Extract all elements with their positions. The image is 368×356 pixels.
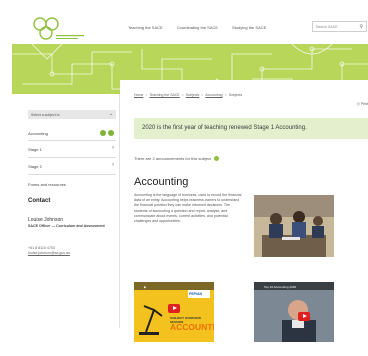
- breadcrumb-current: Subjects: [228, 93, 243, 97]
- breadcrumb-teaching[interactable]: Teaching the SACE: [149, 93, 179, 97]
- divider: [28, 174, 116, 175]
- nav-teaching[interactable]: Teaching the SACE: [128, 25, 163, 30]
- contact-role: SACE Officer — Curriculum and Assessment: [28, 224, 105, 228]
- video2-artwork: [254, 282, 334, 342]
- video1-title: ▶: [144, 285, 147, 289]
- video-top-10-accounting[interactable]: Top 10 Accounting 2020: [254, 282, 334, 342]
- page-title: Accounting: [134, 176, 189, 188]
- info-icon: [214, 156, 220, 162]
- sidebar-item-label: Accounting: [28, 131, 48, 136]
- breadcrumb-separator: >: [201, 93, 204, 97]
- subject-description: Accounting is the language of business, …: [134, 193, 242, 224]
- play-icon[interactable]: [298, 312, 310, 321]
- breadcrumb-accounting[interactable]: Accounting: [205, 93, 222, 97]
- status-dot: [108, 130, 114, 136]
- nav-coordinating[interactable]: Coordinating the SACE: [177, 25, 218, 30]
- sidebar-item-label: Forms and resources: [28, 182, 66, 187]
- sace-logo[interactable]: [28, 13, 88, 43]
- sidebar-item-forms[interactable]: Forms and resources: [28, 182, 116, 187]
- divider: [28, 157, 116, 158]
- contact-email[interactable]: louise.johnson@sa.gov.au: [28, 251, 70, 255]
- sidebar-item-stage-1[interactable]: Stage 1 ›: [28, 145, 116, 152]
- divider: [28, 140, 116, 141]
- students-image: [254, 195, 334, 257]
- status-dot: [100, 130, 106, 136]
- sidebar-item-stage-2[interactable]: Stage 2 ›: [28, 162, 116, 169]
- status-dots: [98, 130, 114, 137]
- announcements-label: There are 2 announcements for this subje…: [134, 156, 212, 161]
- main-content: Home > Teaching the SACE > Subjects > Accou…: [120, 80, 368, 356]
- sidebar-item-accounting[interactable]: Accounting: [28, 130, 116, 137]
- search-placeholder: Search SACE: [316, 25, 338, 29]
- breadcrumb-separator: >: [224, 93, 227, 97]
- breadcrumb-separator: >: [145, 93, 148, 97]
- chevron-right-icon: ›: [112, 162, 114, 168]
- video1-badge: PEPIAN: [189, 292, 203, 296]
- contact-name: Louise Johnson: [28, 217, 64, 223]
- chevron-right-icon: ›: [112, 145, 114, 151]
- breadcrumb-subjects[interactable]: Subjects: [186, 93, 199, 97]
- print-icon: ⎙: [357, 102, 360, 106]
- subject-select[interactable]: Select a subject to ⌄: [28, 110, 116, 119]
- sidebar-item-label: Stage 1: [28, 147, 42, 152]
- students-illustration: [254, 195, 334, 257]
- video-accounting-overview[interactable]: ▶ PEPIAN SUBJECT OVERVIEW SESSION ACCOUN…: [134, 282, 214, 342]
- contact-heading: Contact: [28, 198, 51, 204]
- sidebar-item-label: Stage 2: [28, 164, 42, 169]
- notice-banner: 2020 is the first year of teaching renew…: [134, 118, 368, 139]
- breadcrumb-separator: >: [181, 93, 184, 97]
- sidebar: Select a subject to ⌄ Accounting Stage 1…: [12, 94, 120, 328]
- breadcrumb: Home > Teaching the SACE > Subjects > Accou…: [134, 93, 242, 97]
- print-button[interactable]: ⎙ Print: [357, 102, 368, 106]
- announcements-link[interactable]: There are 2 announcements for this subje…: [134, 156, 220, 162]
- video2-title: Top 10 Accounting 2020: [264, 285, 297, 289]
- top-navigation: Teaching the SACE Coordinating the SACE …: [128, 25, 266, 30]
- print-label: Print: [360, 102, 368, 106]
- contact-phone[interactable]: +61 8 8115 4703: [28, 246, 55, 250]
- site-header: Teaching the SACE Coordinating the SACE …: [12, 10, 368, 44]
- search-icon[interactable]: ⚲: [359, 24, 363, 30]
- video1-word: ACCOUNTING: [170, 322, 214, 332]
- breadcrumb-home[interactable]: Home: [134, 93, 143, 97]
- nav-studying[interactable]: Studying the SACE: [232, 25, 266, 30]
- play-icon[interactable]: [168, 304, 180, 313]
- chevron-down-icon: ⌄: [108, 111, 113, 117]
- search-input[interactable]: Search SACE ⚲: [312, 21, 367, 32]
- subject-select-label: Select a subject to: [31, 112, 60, 117]
